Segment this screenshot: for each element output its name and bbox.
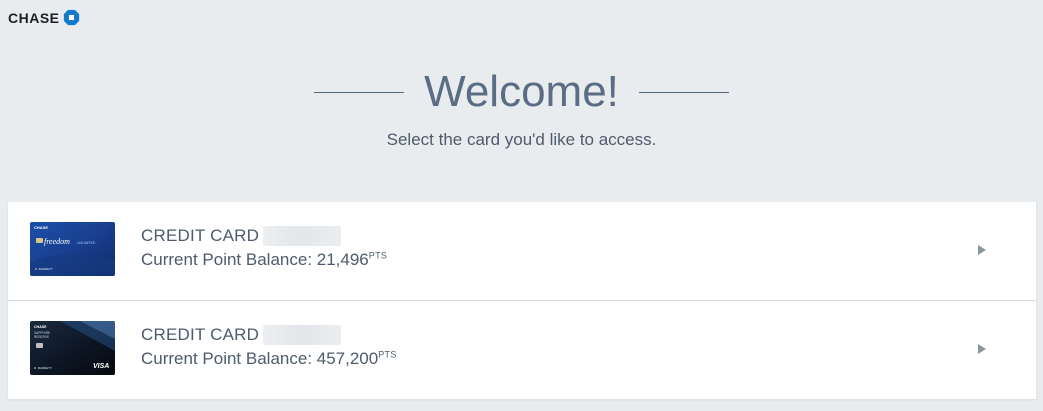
card-art-product-sub: UNLIMITED: [77, 241, 96, 245]
card-art-product-sub: RESERVE: [34, 335, 49, 339]
chase-octagon-icon: [63, 9, 79, 26]
card-row-sapphire[interactable]: CHASE SAPPHIRE RESERVE D. BARRETT VISA C…: [8, 301, 1036, 399]
card-art-product: freedom: [44, 237, 70, 246]
card-art-holder: D. BARRETT: [34, 366, 52, 370]
balance-value: 457,200: [316, 349, 379, 368]
card-art-brand: CHASE: [34, 225, 48, 230]
card-title: CREDIT CARD: [141, 325, 397, 345]
welcome-title: Welcome!: [424, 67, 619, 116]
divider-right: [638, 91, 729, 93]
card-art-network: VISA: [93, 363, 109, 370]
balance-label: Current Point Balance:: [141, 349, 317, 368]
point-balance: Current Point Balance: 457,200PTS: [141, 349, 397, 369]
brand-name: CHASE: [8, 9, 60, 26]
chevron-right-icon[interactable]: [978, 245, 986, 255]
card-info: CREDIT CARD Current Point Balance: 457,2…: [141, 325, 397, 369]
chase-logo[interactable]: CHASE: [8, 9, 80, 26]
card-type-label: CREDIT CARD: [141, 226, 260, 245]
point-balance: Current Point Balance: 21,496PTS: [141, 250, 387, 270]
card-art-holder: D. BARRETT: [35, 267, 53, 271]
balance-unit: PTS: [368, 250, 388, 261]
freedom-unlimited-card-image: CHASE freedom UNLIMITED D. BARRETT: [30, 222, 115, 276]
balance-unit: PTS: [378, 349, 397, 360]
balance-label: Current Point Balance:: [141, 250, 317, 269]
chevron-right-icon[interactable]: [978, 344, 986, 354]
card-info: CREDIT CARD Current Point Balance: 21,49…: [141, 226, 387, 270]
card-type-label: CREDIT CARD: [141, 325, 260, 344]
card-title: CREDIT CARD: [141, 226, 387, 246]
redacted-card-number: [263, 226, 342, 246]
welcome-subtitle: Select the card you'd like to access.: [386, 130, 657, 149]
card-row-freedom[interactable]: CHASE freedom UNLIMITED D. BARRETT CREDI…: [8, 202, 1036, 301]
balance-value: 21,496: [316, 250, 369, 269]
welcome-header: Welcome!: [0, 64, 1043, 120]
redacted-card-number: [263, 325, 342, 345]
sapphire-reserve-card-image: CHASE SAPPHIRE RESERVE D. BARRETT VISA: [30, 321, 115, 375]
card-art-brand: CHASE: [34, 325, 47, 329]
card-list: CHASE freedom UNLIMITED D. BARRETT CREDI…: [8, 202, 1036, 399]
divider-left: [314, 91, 405, 93]
